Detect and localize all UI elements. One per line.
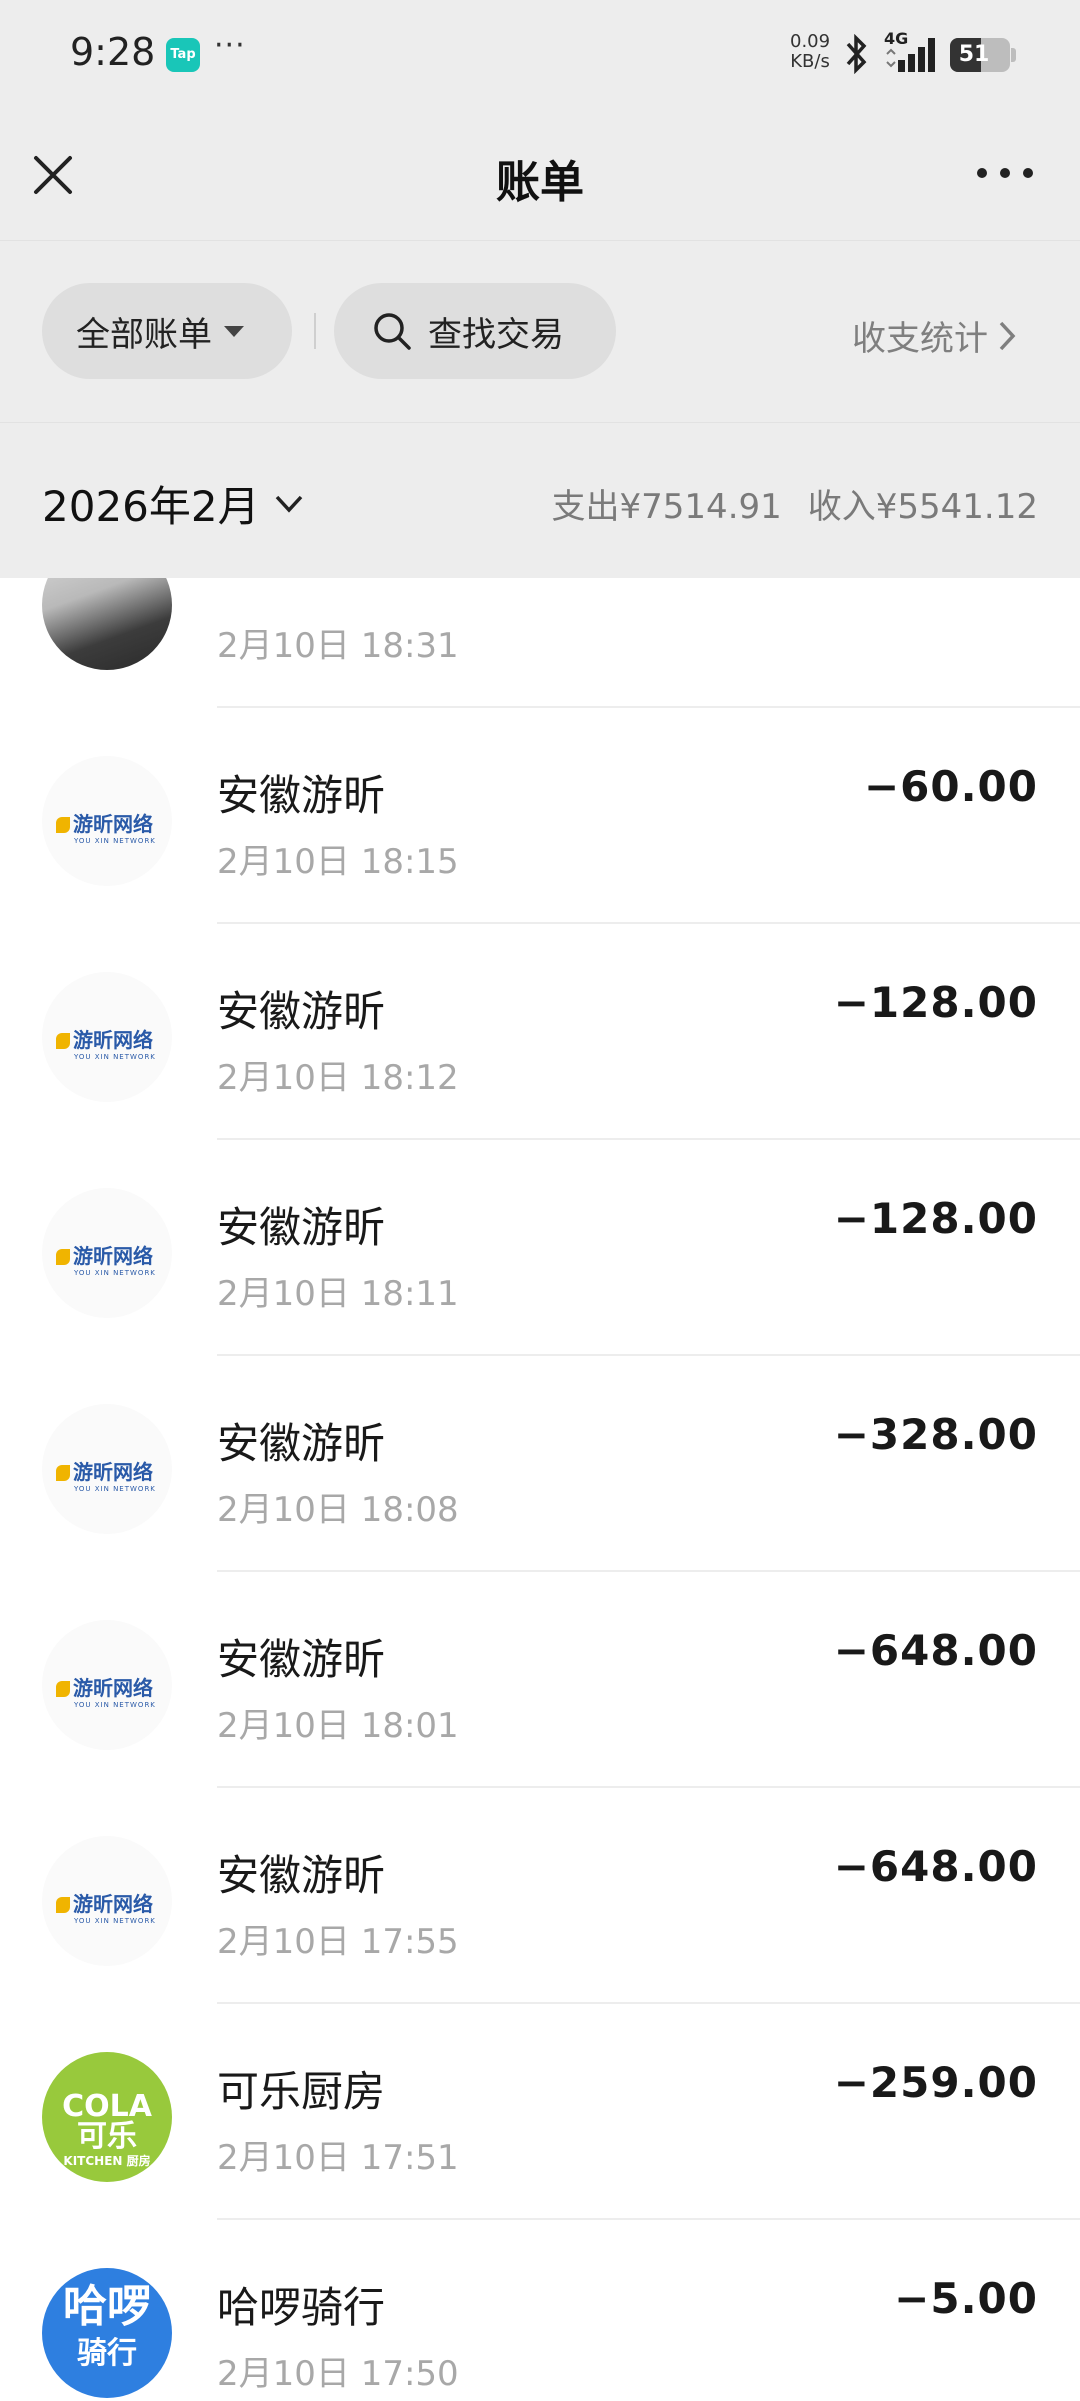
tap-app-icon: Tap [166,38,200,72]
net-speed-unit: KB/s [790,51,830,72]
avatar: 哈啰 骑行 [42,2268,172,2398]
hellobike-logo: 哈啰 骑行 [63,2281,151,2371]
more-horizontal-icon[interactable] [970,158,1040,188]
transaction-row[interactable]: 游昕网络 YOU XIN NETWORK 安徽游昕 2月10日 18:11 −12… [0,1140,1080,1356]
transaction-time: 2月10日 17:50 [217,2354,459,2394]
month-label: 2026年2月 [42,482,260,531]
transaction-amount: −328.00 [833,1410,1038,1459]
transaction-row[interactable]: COLA 可乐 KITCHEN 厨房 可乐厨房 2月10日 17:51 −259… [0,2004,1080,2220]
month-summary: 支出¥7514.91 收入¥5541.12 [552,479,1038,528]
bluetooth-icon [846,34,867,74]
caret-down-icon [224,325,244,337]
merchant-name: 可乐厨房 [217,2067,386,2116]
transaction-list[interactable]: 2月10日 18:31 游昕网络 YOU XIN NETWORK 安徽游昕 2月1… [0,578,1080,2401]
month-bar: 2026年2月 支出¥7514.91 收入¥5541.12 [0,422,1080,578]
transaction-amount: −259.00 [833,2058,1038,2107]
page-title: 账单 [496,157,584,208]
transaction-amount: −648.00 [833,1842,1038,1891]
filter-divider [314,313,316,349]
more-notifications-icon: ··· [214,28,246,63]
close-icon[interactable] [28,150,78,200]
search-transactions-button[interactable]: 查找交易 [334,283,616,379]
income-expense-stats-link[interactable]: 收支统计 [852,311,1016,360]
youxin-logo: 游昕网络 YOU XIN NETWORK [56,1672,156,1709]
search-icon [374,313,411,350]
search-label: 查找交易 [428,314,564,355]
battery-icon: 51 [950,38,1010,72]
battery-tip [1011,48,1016,62]
transaction-time: 2月10日 18:31 [217,626,459,666]
transaction-amount: −128.00 [833,1194,1038,1243]
filter-bar: 全部账单 查找交易 收支统计 [0,240,1080,422]
title-bar: 账单 [0,110,1080,240]
income-total: 收入¥5541.12 [807,487,1038,527]
stats-label: 收支统计 [852,319,988,359]
avatar: 游昕网络 YOU XIN NETWORK [42,972,172,1102]
merchant-name: 哈啰骑行 [217,2283,386,2332]
avatar: 游昕网络 YOU XIN NETWORK [42,1836,172,1966]
youxin-logo: 游昕网络 YOU XIN NETWORK [56,1456,156,1493]
youxin-logo: 游昕网络 YOU XIN NETWORK [56,1240,156,1277]
transaction-time: 2月10日 18:08 [217,1490,459,1530]
network-type: 4G [884,30,908,48]
transaction-amount: −648.00 [833,1626,1038,1675]
transaction-time: 2月10日 17:55 [217,1922,459,1962]
avatar: 游昕网络 YOU XIN NETWORK [42,756,172,886]
status-bar: 9:28 Tap ··· 0.09 KB/s 4G 51 [0,0,1080,110]
transaction-row[interactable]: 游昕网络 YOU XIN NETWORK 安徽游昕 2月10日 17:55 −64… [0,1788,1080,2004]
transaction-row[interactable]: 游昕网络 YOU XIN NETWORK 安徽游昕 2月10日 18:08 −32… [0,1356,1080,1572]
youxin-logo: 游昕网络 YOU XIN NETWORK [56,1024,156,1061]
transaction-row[interactable]: 游昕网络 YOU XIN NETWORK 安徽游昕 2月10日 18:12 −12… [0,924,1080,1140]
all-bills-dropdown[interactable]: 全部账单 [42,283,292,379]
avatar: 游昕网络 YOU XIN NETWORK [42,1620,172,1750]
all-bills-label: 全部账单 [76,314,212,355]
net-speed: 0.09 KB/s [790,32,830,72]
transaction-row[interactable]: 2月10日 18:31 [0,578,1080,708]
transaction-amount: −5.00 [894,2274,1038,2323]
transaction-amount: −60.00 [863,762,1038,811]
net-speed-value: 0.09 [790,31,831,52]
merchant-name: 安徽游昕 [217,1419,386,1468]
cola-kitchen-logo: COLA 可乐 KITCHEN 厨房 [62,2089,152,2169]
transaction-row[interactable]: 游昕网络 YOU XIN NETWORK 安徽游昕 2月10日 18:01 −64… [0,1572,1080,1788]
expense-total: 支出¥7514.91 [551,487,782,527]
transaction-time: 2月10日 18:12 [217,1058,459,1098]
avatar: COLA 可乐 KITCHEN 厨房 [42,2052,172,2182]
month-selector[interactable]: 2026年2月 [42,473,304,534]
merchant-name: 安徽游昕 [217,771,386,820]
chevron-down-icon [275,495,302,513]
youxin-logo: 游昕网络 YOU XIN NETWORK [56,808,156,845]
merchant-name: 安徽游昕 [217,1203,386,1252]
merchant-name: 安徽游昕 [217,1851,386,1900]
chevron-right-icon [999,321,1016,350]
transaction-time: 2月10日 18:01 [217,1706,459,1746]
avatar: 游昕网络 YOU XIN NETWORK [42,1404,172,1534]
avatar [42,578,172,670]
merchant-name: 安徽游昕 [217,987,386,1036]
transaction-time: 2月10日 18:11 [217,1274,459,1314]
transaction-time: 2月10日 17:51 [217,2138,459,2178]
avatar: 游昕网络 YOU XIN NETWORK [42,1188,172,1318]
transaction-time: 2月10日 18:15 [217,842,459,882]
signal-icon: 4G [884,29,944,78]
merchant-name: 安徽游昕 [217,1635,386,1684]
transaction-row[interactable]: 哈啰 骑行 哈啰骑行 2月10日 17:50 −5.00 [0,2220,1080,2401]
youxin-logo: 游昕网络 YOU XIN NETWORK [56,1888,156,1925]
transaction-row[interactable]: 游昕网络 YOU XIN NETWORK 安徽游昕 2月10日 18:15 −60… [0,708,1080,924]
transaction-amount: −128.00 [833,978,1038,1027]
status-time: 9:28 [70,30,156,74]
battery-level: 51 [958,42,990,67]
